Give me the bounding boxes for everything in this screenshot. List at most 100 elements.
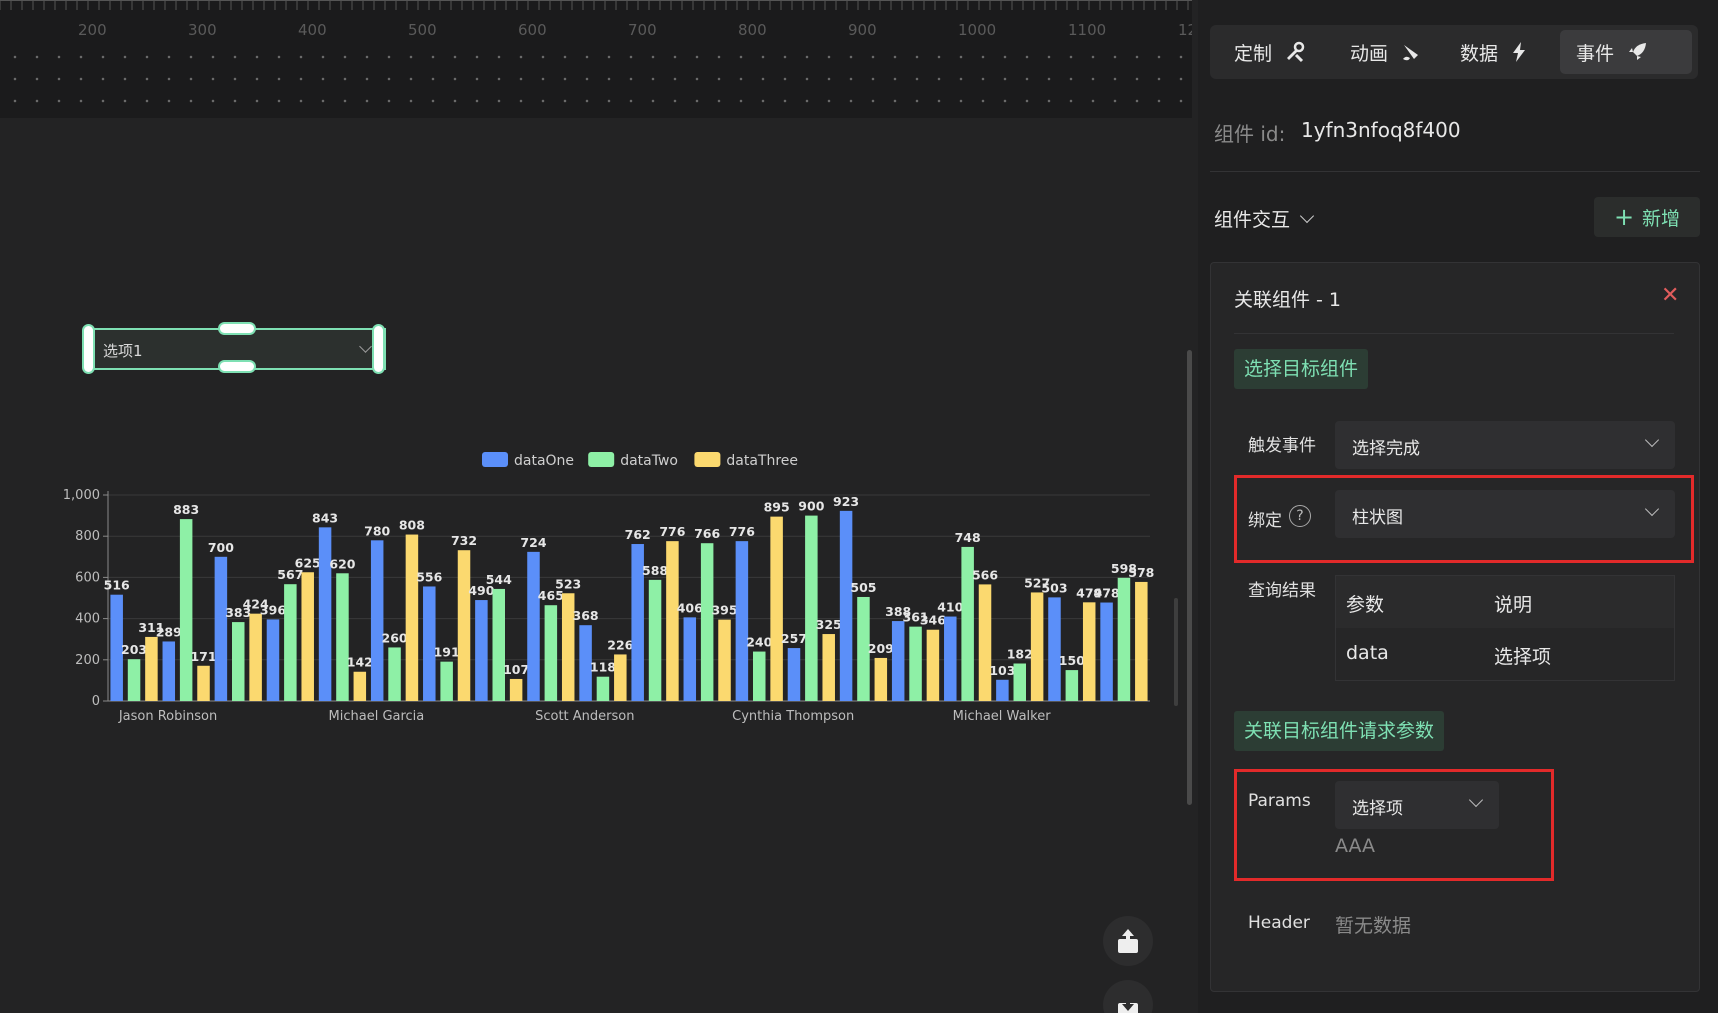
bar-dataOne[interactable] [318, 527, 332, 701]
params-select[interactable]: 选择项 [1335, 781, 1499, 829]
bar-dataTwo[interactable] [231, 622, 245, 701]
bar-dataOne[interactable] [891, 621, 905, 701]
bar-dataThree[interactable] [405, 534, 419, 701]
bar-dataTwo[interactable] [544, 605, 558, 701]
resize-handle-bottom[interactable] [218, 360, 256, 373]
bar-value-label: 396 [260, 602, 286, 617]
bar-dataOne[interactable] [266, 619, 280, 701]
request-params-tag[interactable]: 关联目标组件请求参数 [1234, 711, 1445, 751]
legend-item-dataTwo[interactable]: dataTwo [588, 452, 678, 469]
resize-handle-right[interactable] [372, 324, 385, 374]
bar-value-label: 883 [173, 502, 199, 517]
bar-chart[interactable]: dataOne dataTwo dataThree 1,000 800 600 400 200… [60, 440, 1160, 730]
resize-handle-left[interactable] [82, 324, 95, 374]
bar-dataThree[interactable] [978, 584, 992, 701]
bar-dataTwo[interactable] [805, 515, 818, 701]
bar-dataOne[interactable] [735, 541, 749, 701]
bar-value-label: 923 [833, 494, 859, 509]
trigger-select[interactable]: 选择完成 [1335, 421, 1675, 469]
bar-dataTwo[interactable] [179, 519, 193, 701]
bar-dataThree[interactable] [457, 550, 471, 701]
chart-scrollbar[interactable] [1174, 598, 1178, 706]
editor-canvas[interactable]: 20030040050060070080090010001100120 选项1 … [0, 0, 1192, 1013]
canvas-scrollbar[interactable] [1187, 350, 1192, 805]
bar-dataThree[interactable] [822, 634, 835, 701]
close-icon[interactable]: ✕ [1661, 283, 1679, 308]
bar-dataThree[interactable] [509, 678, 523, 701]
ruler-tick-label: 500 [408, 21, 437, 39]
bar-dataOne[interactable] [683, 617, 697, 701]
ruler-tick-label: 700 [628, 21, 657, 39]
interaction-toggle[interactable]: 组件交互 [1214, 205, 1315, 232]
bar-dataOne[interactable] [214, 556, 228, 701]
x-tick-label: Michael Walker [953, 709, 1052, 724]
bar-dataTwo[interactable] [440, 661, 453, 701]
y-tick-label: 600 [75, 570, 100, 585]
bar-dataTwo[interactable] [648, 579, 662, 701]
bar-dataThree[interactable] [249, 613, 262, 701]
select-component[interactable]: 选项1 [82, 322, 386, 374]
bar-dataOne[interactable] [996, 679, 1009, 701]
bar-dataThree[interactable] [770, 516, 783, 701]
bar-dataOne[interactable] [1100, 602, 1113, 701]
bind-label: 绑定 [1248, 511, 1282, 531]
bar-dataOne[interactable] [787, 648, 801, 701]
bar-dataThree[interactable] [145, 636, 158, 701]
bar-dataThree[interactable] [353, 671, 367, 701]
import-button[interactable] [1103, 980, 1153, 1013]
bar-dataOne[interactable] [370, 540, 384, 701]
bar-dataTwo[interactable] [127, 659, 141, 701]
legend-item-dataThree[interactable]: dataThree [694, 452, 798, 469]
bar-dataTwo[interactable] [596, 676, 610, 701]
ruler-grid-dots [0, 40, 1192, 118]
bar-dataTwo[interactable] [1013, 663, 1027, 701]
bar-dataTwo[interactable] [284, 584, 297, 701]
bar-value-label: 182 [1007, 647, 1033, 662]
bar-dataOne[interactable] [162, 641, 176, 701]
tab-data[interactable]: 数据 [1450, 30, 1560, 74]
bar-dataThree[interactable] [718, 619, 731, 701]
bar-dataThree[interactable] [197, 665, 210, 701]
bar-dataThree[interactable] [1082, 602, 1096, 701]
ruler-tick-label: 120 [1178, 21, 1192, 39]
bar-value-label: 748 [955, 530, 981, 545]
bar-dataTwo[interactable] [388, 647, 401, 701]
bar-dataTwo[interactable] [909, 626, 922, 701]
y-tick-label: 400 [75, 612, 100, 627]
bar-dataThree[interactable] [926, 629, 940, 701]
bar-dataTwo[interactable] [336, 573, 349, 701]
help-icon[interactable]: ? [1289, 505, 1311, 527]
bar-dataTwo[interactable] [492, 588, 506, 701]
bar-dataOne[interactable] [1048, 597, 1061, 701]
y-tick-label: 1,000 [63, 488, 100, 503]
resize-handle-top[interactable] [218, 322, 256, 335]
tab-animation[interactable]: 动画 [1340, 30, 1450, 74]
bar-dataOne[interactable] [944, 616, 957, 701]
bar-dataTwo[interactable] [1065, 670, 1079, 701]
bar-value-label: 762 [625, 527, 651, 542]
legend-item-dataOne[interactable]: dataOne [482, 452, 574, 469]
bar-value-label: 478 [1094, 586, 1120, 601]
bind-select[interactable]: 柱状图 [1335, 490, 1675, 538]
bar-dataThree[interactable] [666, 541, 679, 701]
bar-dataThree[interactable] [301, 572, 314, 701]
select-target-tag[interactable]: 选择目标组件 [1234, 349, 1369, 389]
bar-dataOne[interactable] [839, 510, 853, 701]
tab-animation-label: 动画 [1350, 42, 1389, 65]
bar-value-label: 346 [920, 613, 946, 628]
bar-dataOne[interactable] [527, 551, 540, 701]
bar-value-label: 843 [312, 510, 338, 525]
bar-value-label: 368 [573, 608, 599, 623]
export-button[interactable] [1103, 916, 1153, 966]
tab-events[interactable]: 事件 [1560, 30, 1692, 74]
bar-dataTwo[interactable] [752, 651, 766, 701]
bar-dataTwo[interactable] [1117, 577, 1131, 701]
tab-customize[interactable]: 定制 [1220, 30, 1334, 74]
bar-dataTwo[interactable] [700, 543, 714, 701]
add-interaction-button[interactable]: + 新增 [1594, 197, 1700, 237]
bar-dataOne[interactable] [475, 600, 488, 701]
bar-dataThree[interactable] [874, 657, 888, 701]
bar-dataThree[interactable] [614, 654, 627, 701]
bar-dataThree[interactable] [1135, 581, 1148, 701]
bar-dataThree[interactable] [1030, 592, 1044, 701]
